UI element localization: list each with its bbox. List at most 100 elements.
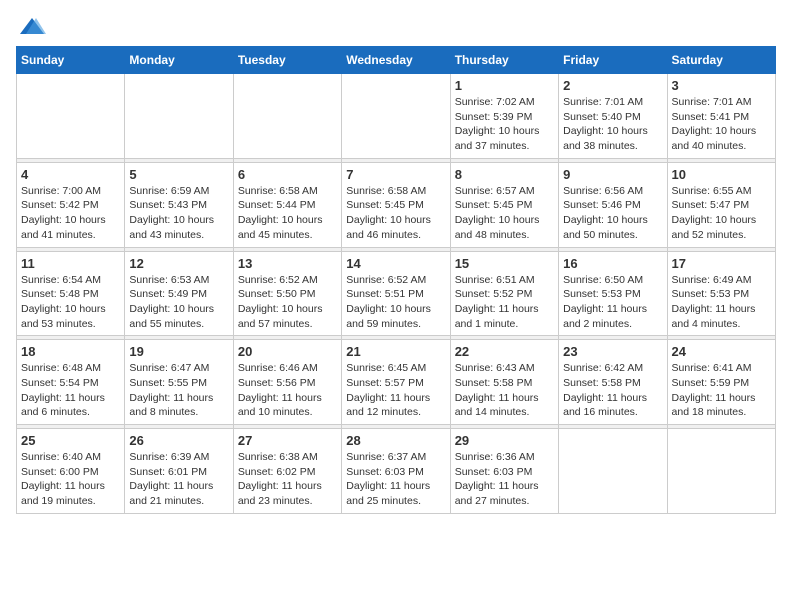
day-info: Sunrise: 6:36 AMSunset: 6:03 PMDaylight:…: [455, 450, 554, 509]
calendar-cell: 24 Sunrise: 6:41 AMSunset: 5:59 PMDayligh…: [667, 340, 775, 425]
day-number: 9: [563, 167, 662, 182]
day-info: Sunrise: 6:42 AMSunset: 5:58 PMDaylight:…: [563, 361, 662, 420]
calendar-week-row: 18Sunrise: 6:48 AMSunset: 5:54 PMDayligh…: [17, 340, 776, 425]
calendar-week-row: 1 Sunrise: 7:02 AMSunset: 5:39 PMDaylight…: [17, 74, 776, 159]
calendar-cell: 22Sunrise: 6:43 AMSunset: 5:58 PMDayligh…: [450, 340, 558, 425]
day-info: Sunrise: 7:01 AMSunset: 5:40 PMDaylight:…: [563, 95, 662, 154]
calendar-cell: 6 Sunrise: 6:58 AMSunset: 5:44 PMDaylight…: [233, 162, 341, 247]
calendar-cell: 10 Sunrise: 6:55 AMSunset: 5:47 PMDayligh…: [667, 162, 775, 247]
day-info: Sunrise: 6:45 AMSunset: 5:57 PMDaylight:…: [346, 361, 445, 420]
day-info: Sunrise: 6:50 AMSunset: 5:53 PMDaylight:…: [563, 273, 662, 332]
calendar-cell: 11Sunrise: 6:54 AMSunset: 5:48 PMDayligh…: [17, 251, 125, 336]
day-number: 6: [238, 167, 337, 182]
day-number: 3: [672, 78, 771, 93]
day-info: Sunrise: 7:00 AMSunset: 5:42 PMDaylight:…: [21, 184, 120, 243]
day-info: Sunrise: 6:40 AMSunset: 6:00 PMDaylight:…: [21, 450, 120, 509]
day-number: 4: [21, 167, 120, 182]
day-number: 22: [455, 344, 554, 359]
day-number: 5: [129, 167, 228, 182]
header-day-tuesday: Tuesday: [233, 47, 341, 74]
calendar-cell: [559, 429, 667, 514]
day-info: Sunrise: 6:39 AMSunset: 6:01 PMDaylight:…: [129, 450, 228, 509]
day-info: Sunrise: 6:53 AMSunset: 5:49 PMDaylight:…: [129, 273, 228, 332]
calendar-cell: 8Sunrise: 6:57 AMSunset: 5:45 PMDaylight…: [450, 162, 558, 247]
header: [16, 16, 776, 38]
day-info: Sunrise: 6:59 AMSunset: 5:43 PMDaylight:…: [129, 184, 228, 243]
calendar-cell: 25 Sunrise: 6:40 AMSunset: 6:00 PMDayligh…: [17, 429, 125, 514]
day-number: 26: [129, 433, 228, 448]
calendar-cell: 28 Sunrise: 6:37 AMSunset: 6:03 PMDayligh…: [342, 429, 450, 514]
calendar-cell: 27 Sunrise: 6:38 AMSunset: 6:02 PMDayligh…: [233, 429, 341, 514]
day-info: Sunrise: 6:58 AMSunset: 5:44 PMDaylight:…: [238, 184, 337, 243]
day-number: 20: [238, 344, 337, 359]
calendar-cell: 21Sunrise: 6:45 AMSunset: 5:57 PMDayligh…: [342, 340, 450, 425]
day-number: 12: [129, 256, 228, 271]
day-info: Sunrise: 6:57 AMSunset: 5:45 PMDaylight:…: [455, 184, 554, 243]
calendar-cell: 18Sunrise: 6:48 AMSunset: 5:54 PMDayligh…: [17, 340, 125, 425]
day-info: Sunrise: 6:58 AMSunset: 5:45 PMDaylight:…: [346, 184, 445, 243]
calendar-cell: [125, 74, 233, 159]
calendar-cell: 9 Sunrise: 6:56 AMSunset: 5:46 PMDaylight…: [559, 162, 667, 247]
calendar-cell: 3 Sunrise: 7:01 AMSunset: 5:41 PMDaylight…: [667, 74, 775, 159]
day-number: 25: [21, 433, 120, 448]
calendar-cell: 1 Sunrise: 7:02 AMSunset: 5:39 PMDaylight…: [450, 74, 558, 159]
day-info: Sunrise: 6:56 AMSunset: 5:46 PMDaylight:…: [563, 184, 662, 243]
day-number: 27: [238, 433, 337, 448]
day-number: 1: [455, 78, 554, 93]
calendar-cell: 29 Sunrise: 6:36 AMSunset: 6:03 PMDayligh…: [450, 429, 558, 514]
day-info: Sunrise: 6:41 AMSunset: 5:59 PMDaylight:…: [672, 361, 771, 420]
calendar-cell: 15 Sunrise: 6:51 AMSunset: 5:52 PMDayligh…: [450, 251, 558, 336]
calendar-cell: 16 Sunrise: 6:50 AMSunset: 5:53 PMDayligh…: [559, 251, 667, 336]
header-day-sunday: Sunday: [17, 47, 125, 74]
day-number: 10: [672, 167, 771, 182]
calendar-cell: 2 Sunrise: 7:01 AMSunset: 5:40 PMDaylight…: [559, 74, 667, 159]
day-number: 15: [455, 256, 554, 271]
day-info: Sunrise: 6:47 AMSunset: 5:55 PMDaylight:…: [129, 361, 228, 420]
day-number: 24: [672, 344, 771, 359]
day-number: 16: [563, 256, 662, 271]
calendar-cell: 17 Sunrise: 6:49 AMSunset: 5:53 PMDayligh…: [667, 251, 775, 336]
day-info: Sunrise: 7:01 AMSunset: 5:41 PMDaylight:…: [672, 95, 771, 154]
day-number: 14: [346, 256, 445, 271]
calendar-cell: 26 Sunrise: 6:39 AMSunset: 6:01 PMDayligh…: [125, 429, 233, 514]
calendar-cell: [233, 74, 341, 159]
day-info: Sunrise: 6:37 AMSunset: 6:03 PMDaylight:…: [346, 450, 445, 509]
calendar-cell: 4 Sunrise: 7:00 AMSunset: 5:42 PMDaylight…: [17, 162, 125, 247]
day-number: 2: [563, 78, 662, 93]
day-info: Sunrise: 7:02 AMSunset: 5:39 PMDaylight:…: [455, 95, 554, 154]
day-info: Sunrise: 6:48 AMSunset: 5:54 PMDaylight:…: [21, 361, 120, 420]
calendar-cell: 20 Sunrise: 6:46 AMSunset: 5:56 PMDayligh…: [233, 340, 341, 425]
calendar-week-row: 25 Sunrise: 6:40 AMSunset: 6:00 PMDayligh…: [17, 429, 776, 514]
day-number: 23: [563, 344, 662, 359]
day-number: 29: [455, 433, 554, 448]
calendar-cell: 14 Sunrise: 6:52 AMSunset: 5:51 PMDayligh…: [342, 251, 450, 336]
calendar-cell: 23 Sunrise: 6:42 AMSunset: 5:58 PMDayligh…: [559, 340, 667, 425]
calendar-cell: [667, 429, 775, 514]
day-number: 19: [129, 344, 228, 359]
day-info: Sunrise: 6:54 AMSunset: 5:48 PMDaylight:…: [21, 273, 120, 332]
calendar-cell: 19 Sunrise: 6:47 AMSunset: 5:55 PMDayligh…: [125, 340, 233, 425]
day-number: 13: [238, 256, 337, 271]
calendar-cell: 13Sunrise: 6:52 AMSunset: 5:50 PMDayligh…: [233, 251, 341, 336]
calendar-cell: [17, 74, 125, 159]
calendar-cell: 5 Sunrise: 6:59 AMSunset: 5:43 PMDaylight…: [125, 162, 233, 247]
calendar-cell: 7Sunrise: 6:58 AMSunset: 5:45 PMDaylight…: [342, 162, 450, 247]
header-day-friday: Friday: [559, 47, 667, 74]
logo: [16, 16, 48, 38]
header-day-monday: Monday: [125, 47, 233, 74]
calendar-week-row: 4 Sunrise: 7:00 AMSunset: 5:42 PMDaylight…: [17, 162, 776, 247]
day-info: Sunrise: 6:52 AMSunset: 5:51 PMDaylight:…: [346, 273, 445, 332]
day-info: Sunrise: 6:46 AMSunset: 5:56 PMDaylight:…: [238, 361, 337, 420]
header-day-thursday: Thursday: [450, 47, 558, 74]
logo-icon: [18, 16, 46, 38]
calendar-table: SundayMondayTuesdayWednesdayThursdayFrid…: [16, 46, 776, 514]
calendar-header-row: SundayMondayTuesdayWednesdayThursdayFrid…: [17, 47, 776, 74]
day-info: Sunrise: 6:38 AMSunset: 6:02 PMDaylight:…: [238, 450, 337, 509]
day-info: Sunrise: 6:55 AMSunset: 5:47 PMDaylight:…: [672, 184, 771, 243]
day-number: 17: [672, 256, 771, 271]
day-number: 28: [346, 433, 445, 448]
header-day-saturday: Saturday: [667, 47, 775, 74]
day-info: Sunrise: 6:51 AMSunset: 5:52 PMDaylight:…: [455, 273, 554, 332]
calendar-week-row: 11Sunrise: 6:54 AMSunset: 5:48 PMDayligh…: [17, 251, 776, 336]
day-info: Sunrise: 6:49 AMSunset: 5:53 PMDaylight:…: [672, 273, 771, 332]
